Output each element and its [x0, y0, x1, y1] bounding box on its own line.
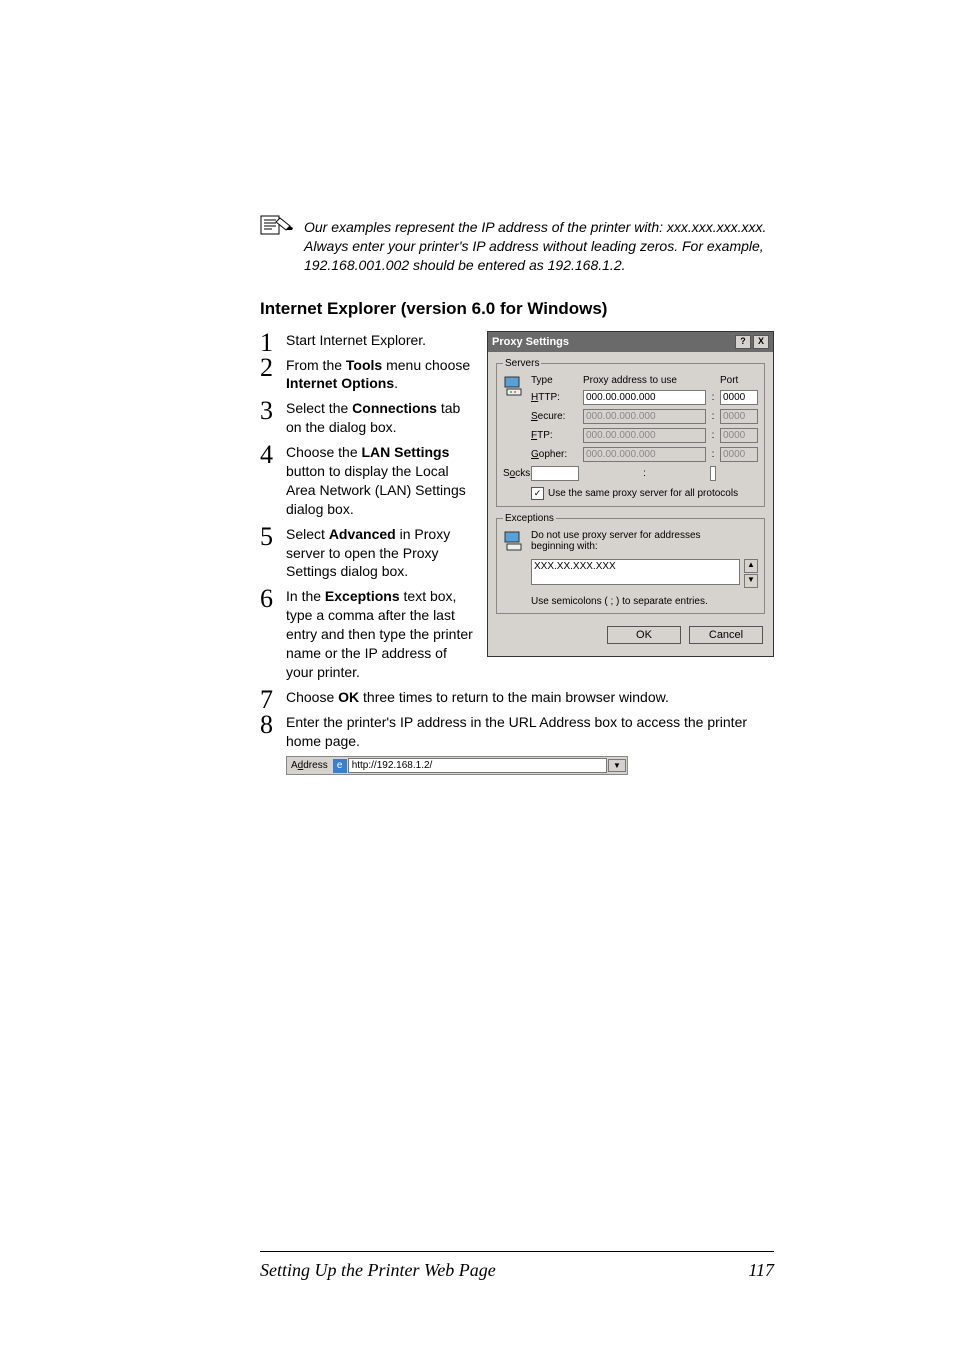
note-text: Our examples represent the IP address of…	[304, 218, 774, 275]
separator-note: Use semicolons ( ; ) to separate entries…	[531, 592, 740, 607]
http-address-input[interactable]	[583, 390, 706, 405]
steps-list-continued: Choose OK three times to return to the m…	[260, 688, 774, 751]
ftp-address-input	[583, 428, 706, 443]
close-button[interactable]: X	[753, 335, 769, 349]
ftp-port-input	[720, 428, 758, 443]
socks-address-input[interactable]	[531, 466, 579, 481]
step-3: Select the Connections tab on the dialog…	[260, 399, 473, 437]
secure-port-input	[720, 409, 758, 424]
http-port-input[interactable]	[720, 390, 758, 405]
address-url-input[interactable]: http://192.168.1.2/	[348, 758, 607, 773]
cancel-button[interactable]: Cancel	[689, 626, 763, 644]
exceptions-legend: Exceptions	[503, 513, 556, 524]
gopher-address-input	[583, 447, 706, 462]
step-6: In the Exceptions text box, type a comma…	[260, 587, 473, 681]
servers-icon	[503, 375, 527, 397]
ie-page-icon: e	[333, 759, 347, 773]
port-header: Port	[720, 375, 758, 386]
address-header: Proxy address to use	[583, 375, 706, 386]
page-footer: Setting Up the Printer Web Page 117	[260, 1251, 774, 1281]
step-4: Choose the LAN Settings button to displa…	[260, 443, 473, 519]
ftp-label: FTP:	[531, 430, 579, 441]
same-proxy-label: Use the same proxy server for all protoc…	[548, 488, 738, 499]
http-label: HTTP:	[531, 392, 579, 403]
footer-title: Setting Up the Printer Web Page	[260, 1260, 496, 1281]
help-button[interactable]: ?	[735, 335, 751, 349]
exceptions-textarea[interactable]	[531, 559, 740, 585]
exceptions-icon	[503, 530, 527, 555]
exceptions-group: Exceptions Do not use proxy server for a…	[496, 513, 765, 614]
ok-button[interactable]: OK	[607, 626, 681, 644]
section-heading: Internet Explorer (version 6.0 for Windo…	[260, 299, 774, 319]
address-label: Address	[287, 758, 332, 773]
gopher-label: Gopher:	[531, 449, 579, 460]
footer-page-number: 117	[748, 1260, 774, 1281]
step-5: Select Advanced in Proxy server to open …	[260, 525, 473, 582]
secure-label: Secure:	[531, 411, 579, 422]
proxy-title-text: Proxy Settings	[492, 336, 569, 348]
exceptions-label: Do not use proxy server for addresses be…	[531, 530, 740, 552]
note-block: Our examples represent the IP address of…	[260, 218, 774, 275]
step-2: From the Tools menu choose Internet Opti…	[260, 356, 473, 394]
address-dropdown-icon[interactable]: ▼	[608, 759, 626, 772]
step-7: Choose OK three times to return to the m…	[260, 688, 774, 707]
socks-label: Socks:	[503, 468, 527, 479]
scroll-down-icon[interactable]: ▼	[744, 574, 758, 588]
type-header: Type	[531, 375, 579, 386]
step-8: Enter the printer's IP address in the UR…	[260, 713, 774, 751]
proxy-settings-window: Proxy Settings ? X Servers	[487, 331, 774, 657]
socks-port-input[interactable]	[710, 466, 716, 481]
same-proxy-checkbox[interactable]: ✓	[531, 487, 544, 500]
proxy-titlebar: Proxy Settings ? X	[488, 332, 773, 352]
note-pencil-icon	[260, 214, 294, 241]
secure-address-input	[583, 409, 706, 424]
gopher-port-input	[720, 447, 758, 462]
address-bar: Address e http://192.168.1.2/ ▼	[286, 756, 628, 775]
servers-group: Servers Type Proxy address to use	[496, 358, 765, 507]
scroll-up-icon[interactable]: ▲	[744, 559, 758, 573]
step-1: Start Internet Explorer.	[260, 331, 473, 350]
steps-list: Start Internet Explorer. From the Tools …	[260, 331, 473, 682]
servers-legend: Servers	[503, 358, 541, 369]
